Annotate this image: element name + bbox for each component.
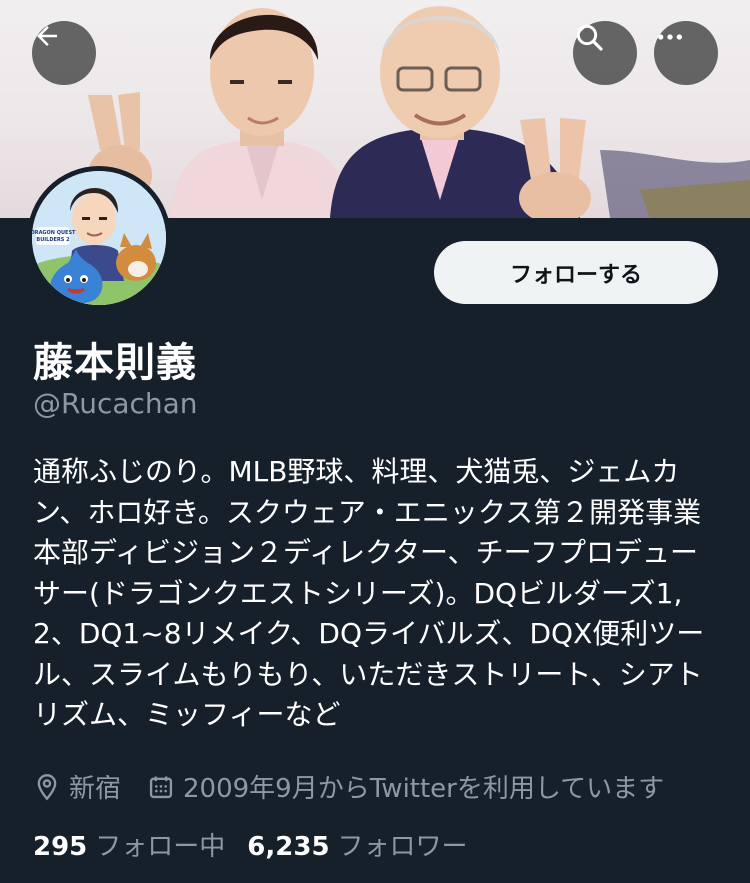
more-options-button[interactable] (654, 21, 718, 85)
back-button[interactable] (32, 21, 96, 85)
followers-link[interactable]: 6,235 フォロワー (247, 826, 467, 863)
profile-page: DRAGON QUEST BUILDERS 2 フォローする 藤本則義 @Ruc… (0, 0, 750, 883)
profile-display-name: 藤本則義 (33, 340, 197, 386)
profile-handle: @Rucachan (33, 387, 198, 420)
followers-count: 6,235 (247, 832, 330, 862)
svg-text:BUILDERS 2: BUILDERS 2 (36, 237, 70, 243)
location-pin-icon (37, 773, 57, 800)
profile-stats: 295 フォロー中 6,235 フォロワー (33, 826, 468, 863)
avatar-illustration: DRAGON QUEST BUILDERS 2 (32, 171, 166, 305)
profile-join-date: 2009年9月からTwitterを利用しています (147, 768, 664, 805)
more-icon (658, 34, 682, 40)
join-date-text: 2009年9月からTwitterを利用しています (183, 774, 665, 804)
followers-label: フォロワー (337, 832, 468, 862)
back-arrow-icon (37, 26, 57, 46)
svg-text:DRAGON QUEST: DRAGON QUEST (32, 230, 76, 236)
profile-meta: 新宿 2009年9月からTwitterを利用しています (33, 768, 664, 805)
following-link[interactable]: 295 フォロー中 (33, 826, 225, 863)
profile-bio: 通称ふじのり。MLB野球、料理、犬猫兎、ジェムカン、ホロ好き。スクウェア・エニッ… (33, 455, 705, 731)
search-button[interactable] (573, 21, 637, 85)
following-count: 295 (33, 832, 88, 862)
avatar-art: DRAGON QUEST BUILDERS 2 (32, 171, 166, 305)
following-label: フォロー中 (95, 832, 226, 862)
follow-button[interactable]: フォローする (434, 241, 718, 304)
search-icon (576, 24, 603, 51)
profile-avatar[interactable]: DRAGON QUEST BUILDERS 2 (27, 166, 171, 310)
location-text: 新宿 (69, 774, 122, 804)
profile-location: 新宿 (33, 768, 121, 805)
calendar-icon (149, 776, 173, 798)
